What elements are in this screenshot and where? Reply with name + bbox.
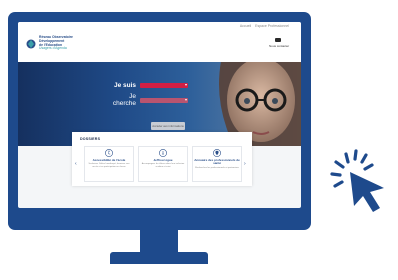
looking-select[interactable]: ▾ bbox=[140, 96, 188, 103]
monitor-frame: Accueil Espace Professionnel Réseau Obse… bbox=[8, 12, 311, 230]
logo-text: Réseau Observatoire Développement de l'E… bbox=[39, 35, 73, 51]
i-am-label: Je suis bbox=[113, 82, 136, 89]
contact-label: Nous contacter bbox=[269, 44, 290, 48]
website-screen: Accueil Espace Professionnel Réseau Obse… bbox=[18, 22, 301, 208]
click-cursor-icon bbox=[326, 148, 388, 218]
chevron-down-icon: ▾ bbox=[184, 96, 187, 102]
logo-icon bbox=[26, 38, 36, 50]
looking-row: Je cherche ▾ bbox=[106, 93, 188, 107]
top-link-pro[interactable]: Espace Professionnel bbox=[255, 24, 289, 28]
chevron-left-icon[interactable]: ‹ bbox=[75, 161, 77, 167]
card-title: Accessibilité de l'école bbox=[92, 158, 126, 162]
top-links: Accueil Espace Professionnel bbox=[240, 24, 289, 28]
i-am-row: Je suis ▾ bbox=[106, 82, 188, 89]
monitor-stand-base bbox=[110, 252, 208, 264]
card-title: Annuaire des professionnels de santé bbox=[194, 158, 240, 166]
pin-icon bbox=[213, 149, 221, 157]
site-logo[interactable]: Réseau Observatoire Développement de l'E… bbox=[26, 35, 73, 51]
monitor-stand-neck bbox=[140, 230, 178, 254]
dossier-card[interactable]: Jeffrou Ligue Accompagner les élèves dan… bbox=[138, 146, 188, 182]
contact-button[interactable]: Nous contacter bbox=[269, 38, 290, 48]
site-header: Accueil Espace Professionnel Réseau Obse… bbox=[18, 22, 301, 62]
dossiers-title: DOSSIERS bbox=[80, 137, 101, 141]
chevron-right-icon[interactable]: › bbox=[244, 161, 246, 167]
chevron-down-icon: ▾ bbox=[184, 82, 187, 87]
logo-subtitle: Usagers d'Agenda bbox=[39, 46, 67, 51]
dossier-card[interactable]: Annuaire des professionnels de santé Rec… bbox=[192, 146, 242, 182]
info-icon bbox=[159, 149, 167, 157]
looking-label: Je cherche bbox=[112, 93, 136, 107]
i-am-select[interactable]: ▾ bbox=[140, 82, 188, 88]
card-description: Scolariser l'élève handicapé, favoriser … bbox=[88, 163, 130, 168]
card-description: Accompagner les élèves dans leur inclusi… bbox=[141, 163, 185, 168]
access-button[interactable]: Accéder aux informations bbox=[151, 122, 185, 130]
card-description: Recherchez les professionnels et partena… bbox=[195, 166, 239, 169]
dossier-card[interactable]: Accessibilité de l'école Scolariser l'él… bbox=[84, 146, 134, 182]
top-link-home[interactable]: Accueil bbox=[240, 24, 251, 28]
dossiers-panel: DOSSIERS ‹ Accessibilité de l'école Scol… bbox=[72, 132, 252, 186]
wheelchair-icon bbox=[105, 149, 113, 157]
envelope-icon bbox=[275, 38, 281, 42]
card-title: Jeffrou Ligue bbox=[153, 158, 173, 162]
